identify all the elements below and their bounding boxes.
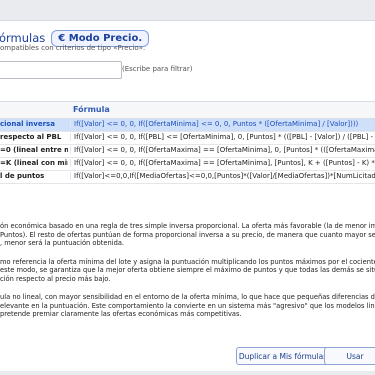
dialog-title: órmulas: [0, 31, 46, 45]
filter-input[interactable]: [0, 61, 122, 79]
description-line: mo referencia la oferta mínima del lote …: [0, 257, 375, 266]
window-bottom-bar: [0, 371, 375, 375]
row-name: =K (lineal con minima: [0, 159, 68, 167]
row-formula: If([Valor] <= 0, 0, If([OfertaMaxima] ==…: [70, 159, 375, 167]
window-top-bar: [0, 0, 375, 21]
row-formula: If([Valor] <= 0, 0, If([PBL] <= [OfertaM…: [70, 133, 375, 141]
column-header-formula: Fórmula: [73, 105, 110, 114]
description-line: pretende premiar claramente las ofertas …: [0, 310, 242, 318]
use-button[interactable]: Usar: [324, 347, 375, 365]
formulas-table: Fórmula cional inversa If([Valor] <= 0, …: [0, 101, 375, 184]
duplicate-button[interactable]: Duplicar a Mis fórmulas: [236, 347, 330, 365]
description-line: este modo, se garantiza que la mejor ofe…: [0, 266, 375, 274]
row-formula: If([Valor]<=0,0,If([MediaOfertas]<=0,0,[…: [70, 172, 375, 180]
row-name: =0 (lineal entre minim: [0, 146, 68, 154]
table-row[interactable]: l de puntos If([Valor]<=0,0,If([MediaOfe…: [0, 171, 375, 184]
description-line: ula no lineal, con mayor sensibilidad en…: [0, 293, 375, 301]
filter-hint: (Escribe para filtrar): [122, 65, 193, 73]
row-name: l de puntos: [0, 172, 45, 180]
description-paragraph: ón económica basado en una regla de tres…: [0, 222, 375, 248]
row-formula: If([Valor] <= 0, 0, If([OfertaMaxima] ==…: [70, 146, 375, 154]
row-name: respecto al PBL: [0, 133, 62, 141]
table-header: Fórmula: [0, 101, 375, 119]
formula-description: ón económica basado en una regla de tres…: [0, 222, 375, 329]
description-line: elevante en la puntuación. Este comporta…: [0, 301, 375, 310]
row-name: cional inversa: [0, 120, 55, 128]
table-row[interactable]: cional inversa If([Valor] <= 0, 0, If([O…: [0, 119, 375, 132]
table-row[interactable]: =0 (lineal entre minim If([Valor] <= 0, …: [0, 145, 375, 158]
table-row[interactable]: respecto al PBL If([Valor] <= 0, 0, If([…: [0, 132, 375, 145]
description-line: , menor será la puntuación obtenida.: [0, 239, 125, 247]
table-row[interactable]: =K (lineal con minima If([Valor] <= 0, 0…: [0, 158, 375, 171]
dialog-subtitle: ompatibles con criterios de tipo «Precio…: [0, 44, 146, 52]
description-paragraph: ula no lineal, con mayor sensibilidad en…: [0, 293, 375, 319]
description-line: Puntos). El resto de ofertas puntúan de …: [0, 230, 375, 239]
description-line: ción respecto al precio más bajo.: [0, 274, 111, 283]
description-line: ón económica basado en una regla de tres…: [0, 222, 375, 230]
description-paragraph: mo referencia la oferta mínima del lote …: [0, 258, 375, 284]
row-formula: If([Valor] <= 0, 0, If([OfertaMinima] <=…: [70, 120, 358, 128]
